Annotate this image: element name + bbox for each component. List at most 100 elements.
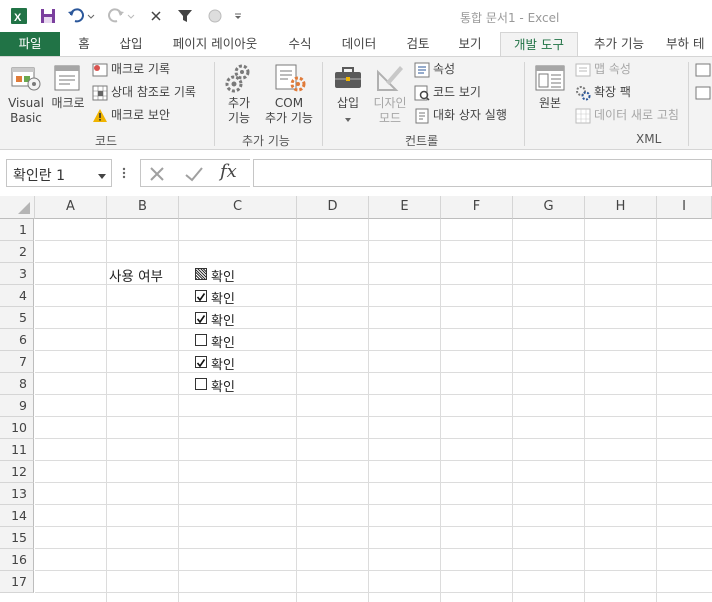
toolbox-icon[interactable]	[332, 62, 364, 94]
expansion-packs-button[interactable]: 확장 팩	[594, 85, 631, 100]
insert-function-icon[interactable]: fx	[220, 161, 237, 182]
row-header-5[interactable]: 5	[0, 307, 34, 329]
insert-control-button[interactable]: 삽입	[332, 96, 364, 111]
view-code-icon[interactable]	[414, 85, 430, 101]
tab-file[interactable]: 파일	[0, 32, 60, 56]
macros-icon[interactable]	[52, 62, 84, 94]
checkbox-label-6[interactable]: 확인	[211, 376, 235, 395]
column-header-i[interactable]: I	[657, 196, 712, 219]
row-header-6[interactable]: 6	[0, 329, 34, 351]
row-header-1[interactable]: 1	[0, 219, 34, 241]
tab-developer[interactable]: 개발 도구	[500, 32, 578, 56]
column-header-b[interactable]: B	[107, 196, 179, 219]
chevron-down-icon[interactable]	[343, 113, 353, 122]
record-macro-button[interactable]: 매크로 기록	[111, 62, 170, 77]
xml-source-icon[interactable]	[534, 62, 566, 94]
tab-addins[interactable]: 추가 기능	[586, 32, 652, 56]
column-header-g[interactable]: G	[513, 196, 585, 219]
design-mode-button[interactable]: 디자인 모드	[368, 96, 412, 126]
checkbox-5[interactable]	[195, 356, 207, 368]
cancel-icon[interactable]	[148, 165, 166, 183]
row-header-3[interactable]: 3	[0, 263, 34, 285]
record-macro-icon[interactable]	[92, 62, 108, 78]
com-addins-icon[interactable]	[272, 62, 306, 94]
column-header-a[interactable]: A	[35, 196, 107, 219]
refresh-data-button[interactable]: 데이터 새로 고침	[594, 108, 679, 123]
row-header-13[interactable]: 13	[0, 483, 34, 505]
row-header-2[interactable]: 2	[0, 241, 34, 263]
visual-basic-icon[interactable]	[10, 62, 42, 94]
save-icon[interactable]	[38, 6, 58, 26]
cell-b3[interactable]: 사용 여부	[109, 265, 163, 285]
design-mode-icon[interactable]	[374, 62, 406, 94]
row-header-10[interactable]: 10	[0, 417, 34, 439]
checkbox-label-5[interactable]: 확인	[211, 354, 235, 373]
tab-load-test[interactable]: 부하 테	[666, 32, 712, 56]
checkbox-label-3[interactable]: 확인	[211, 310, 235, 329]
map-properties-button[interactable]: 맵 속성	[594, 62, 631, 77]
row-header-12[interactable]: 12	[0, 461, 34, 483]
column-header-d[interactable]: D	[297, 196, 369, 219]
select-all-corner[interactable]	[0, 196, 35, 219]
formula-bar-grip-icon[interactable]	[120, 164, 128, 182]
column-header-f[interactable]: F	[441, 196, 513, 219]
checkbox-label-2[interactable]: 확인	[211, 288, 235, 307]
run-dialog-icon[interactable]	[414, 108, 430, 124]
undo-icon[interactable]	[66, 6, 96, 26]
name-box-dropdown-icon[interactable]	[97, 170, 107, 184]
run-dialog-button[interactable]: 대화 상자 실행	[433, 108, 507, 123]
customize-qat-icon[interactable]	[230, 6, 246, 26]
checkbox-2[interactable]	[195, 290, 207, 302]
macro-security-button[interactable]: 매크로 보안	[111, 108, 170, 123]
row-header-14[interactable]: 14	[0, 505, 34, 527]
com-addins-button[interactable]: COM 추가 기능	[262, 96, 316, 126]
row-header-7[interactable]: 7	[0, 351, 34, 373]
addins-button[interactable]: 추가 기능	[222, 96, 256, 126]
macros-button[interactable]: 매크로	[48, 96, 88, 111]
xml-source-button[interactable]: 원본	[532, 96, 568, 111]
circle-icon[interactable]	[204, 6, 226, 26]
relative-reference-button[interactable]: 상대 참조로 기록	[111, 85, 196, 100]
row-header-16[interactable]: 16	[0, 549, 34, 571]
tab-view[interactable]: 보기	[450, 32, 490, 56]
warning-icon[interactable]	[92, 108, 108, 124]
row-header-11[interactable]: 11	[0, 439, 34, 461]
refresh-data-icon[interactable]	[575, 108, 591, 124]
addins-gear-icon[interactable]	[224, 62, 254, 94]
filter-icon[interactable]	[174, 6, 196, 26]
import-icon[interactable]	[695, 62, 711, 78]
expansion-packs-icon[interactable]	[575, 85, 591, 101]
map-properties-icon[interactable]	[575, 62, 591, 78]
checkbox-6[interactable]	[195, 378, 207, 390]
row-header-15[interactable]: 15	[0, 527, 34, 549]
tab-page-layout[interactable]: 페이지 레이아웃	[160, 32, 270, 56]
row-header-8[interactable]: 8	[0, 373, 34, 395]
close-x-icon[interactable]	[146, 6, 166, 26]
column-header-e[interactable]: E	[369, 196, 441, 219]
checkbox-4[interactable]	[195, 334, 207, 346]
column-header-h[interactable]: H	[585, 196, 657, 219]
redo-icon[interactable]	[106, 6, 136, 26]
checkbox-3[interactable]	[195, 312, 207, 324]
tab-formulas[interactable]: 수식	[280, 32, 320, 56]
row-header-9[interactable]: 9	[0, 395, 34, 417]
checkbox-1[interactable]	[195, 268, 207, 280]
name-box[interactable]: 확인란 1	[6, 159, 112, 187]
visual-basic-button[interactable]: Visual Basic	[6, 96, 46, 126]
tab-home[interactable]: 홈	[66, 32, 102, 56]
checkbox-label-4[interactable]: 확인	[211, 332, 235, 351]
tab-insert[interactable]: 삽입	[110, 32, 152, 56]
tab-data[interactable]: 데이터	[332, 32, 386, 56]
export-icon[interactable]	[695, 85, 711, 101]
checkbox-label-1[interactable]: 확인	[211, 266, 235, 285]
tab-review[interactable]: 검토	[398, 32, 438, 56]
formula-input[interactable]	[253, 159, 712, 187]
enter-checkmark-icon[interactable]	[184, 165, 204, 183]
relative-reference-icon[interactable]	[92, 85, 108, 101]
column-header-c[interactable]: C	[179, 196, 297, 219]
view-code-button[interactable]: 코드 보기	[433, 85, 481, 100]
row-header-4[interactable]: 4	[0, 285, 34, 307]
row-header-17[interactable]: 17	[0, 571, 34, 593]
properties-icon[interactable]	[414, 62, 430, 78]
properties-button[interactable]: 속성	[433, 62, 455, 77]
